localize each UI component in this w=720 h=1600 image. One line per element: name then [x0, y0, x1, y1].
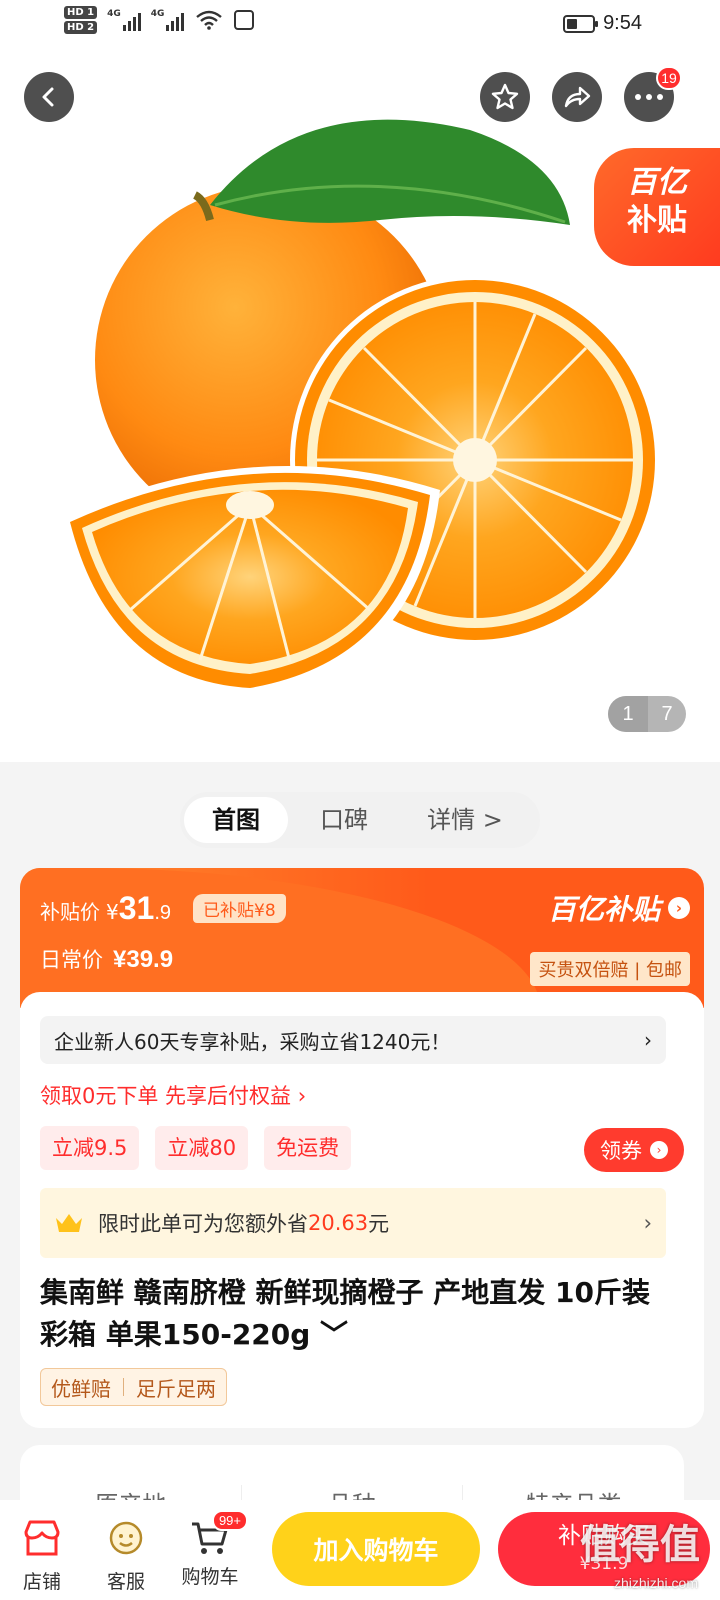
service-tags[interactable]: 优鲜赔 足斤足两: [40, 1368, 227, 1406]
regular-price-value: ¥39.9: [113, 946, 174, 973]
watermark-url: zhizhizhi.com: [613, 1575, 698, 1591]
tab-details[interactable]: 详情 >: [400, 797, 530, 843]
service-tag: 足斤足两: [136, 1376, 216, 1401]
currency-symbol: ¥: [106, 900, 119, 924]
cart-button[interactable]: 99+ 购物车: [178, 1510, 248, 1589]
sim-indicators: HD 1 HD 2: [64, 6, 98, 34]
subsidy-tag-line1: 百亿: [627, 165, 687, 200]
net2-label: 4G: [150, 9, 165, 19]
status-right: 9:54: [563, 12, 642, 35]
regular-price-label: 日常价: [40, 948, 103, 972]
subsidy-price-decimal: .9: [154, 902, 172, 924]
extra-savings-amount: 20.63: [308, 1211, 369, 1235]
chevron-right-icon: ›: [650, 1141, 668, 1159]
product-title[interactable]: 集南鲜 赣南脐橙 新鲜现摘橙子 产地直发 10斤装彩箱 单果150-220g ﹀: [40, 1272, 670, 1356]
leaf: [210, 119, 570, 225]
extra-savings-prefix: 限时此单可为您额外省: [98, 1212, 308, 1236]
signal-icon: 4G: [151, 9, 185, 31]
product-info-card: 补贴价 ¥ 31 .9 已补贴¥8 日常价 ¥39.9 百亿补贴 › 买贵双倍赔…: [20, 868, 704, 1428]
more-button[interactable]: 19: [624, 66, 682, 122]
customer-service-button[interactable]: 客服: [94, 1518, 158, 1594]
wifi-icon: [196, 10, 223, 30]
add-to-cart-button[interactable]: 加入购物车: [272, 1512, 480, 1586]
product-gallery[interactable]: 19 百亿 补贴 1 7: [0, 50, 720, 762]
net1-label: 4G: [107, 9, 121, 19]
store-label: 店铺: [22, 1571, 61, 1593]
card-body: 企业新人60天专享补贴，采购立省1240元！ › 领取0元下单 先享后付权益 ›…: [20, 992, 704, 1428]
star-icon: [491, 83, 519, 110]
clock: 9:54: [603, 12, 642, 34]
store-icon: [24, 1520, 60, 1556]
subsidized-chip: 已补贴¥8: [193, 894, 286, 923]
coupon-tag: 立减9.5: [40, 1126, 140, 1170]
chevron-right-icon: ›: [668, 897, 690, 919]
battery-icon: [563, 14, 599, 33]
subsidy-price-row: 补贴价 ¥ 31 .9 已补贴¥8: [40, 890, 286, 927]
get-coupon-label: 领券: [600, 1139, 642, 1163]
sim1-label: HD 1: [64, 6, 98, 19]
cart-label: 购物车: [181, 1566, 239, 1588]
subsidy-brand-link[interactable]: 百亿补贴 ›: [548, 888, 690, 928]
status-bar: HD 1 HD 2 4G 4G 9:54: [0, 0, 720, 50]
chevron-right-icon: ›: [644, 1028, 652, 1052]
service-tag: 优鲜赔: [51, 1376, 111, 1401]
subsidy-price-integer: 31: [118, 890, 155, 926]
more-icon: [635, 94, 663, 100]
coupon-list: 立减9.5 立减80 免运费: [40, 1126, 352, 1170]
tab-reviews[interactable]: 口碑: [288, 797, 400, 843]
customer-service-icon: [109, 1521, 143, 1555]
share-icon: [564, 86, 591, 108]
bnpl-link[interactable]: 领取0元下单 先享后付权益 ›: [40, 1080, 306, 1110]
cart-count-badge: 99+: [211, 1510, 248, 1531]
hand-icon: [234, 10, 255, 30]
get-coupon-button[interactable]: 领券 ›: [584, 1128, 684, 1172]
pager-current: 1: [608, 696, 648, 732]
crown-icon: [56, 1214, 82, 1232]
sim2-label: HD 2: [64, 21, 98, 34]
section-tabs: 首图 口碑 详情 >: [180, 792, 540, 848]
cart-icon-wrap: 99+: [188, 1510, 248, 1558]
notification-badge: 19: [656, 66, 682, 90]
extra-savings-bar[interactable]: 限时此单可为您额外省 20.63 元 ›: [40, 1188, 666, 1258]
enterprise-promo-text: 企业新人60天专享补贴，采购立省1240元！: [54, 1029, 451, 1054]
enterprise-promo[interactable]: 企业新人60天专享补贴，采购立省1240元！ ›: [40, 1016, 666, 1064]
price-band: 补贴价 ¥ 31 .9 已补贴¥8 日常价 ¥39.9 百亿补贴 › 买贵双倍赔…: [20, 868, 704, 1008]
customer-service-label: 客服: [106, 1571, 145, 1593]
subsidy-brand-label: 百亿补贴: [547, 893, 660, 926]
subsidy-price-label: 补贴价: [40, 900, 100, 924]
share-button[interactable]: [552, 72, 602, 122]
price-guarantee: 买贵双倍赔 | 包邮: [530, 952, 690, 986]
extra-savings-suffix: 元: [368, 1212, 390, 1236]
back-icon: [42, 87, 54, 107]
watermark: 值得值: [580, 1522, 700, 1568]
back-button[interactable]: [24, 72, 74, 122]
pager-total: 7: [661, 702, 673, 725]
coupon-tag: 立减80: [155, 1126, 249, 1170]
tab-main-image[interactable]: 首图: [184, 797, 288, 843]
chevron-right-icon: ›: [643, 1211, 652, 1235]
subsidy-tag: 百亿 补贴: [594, 148, 720, 266]
status-left: HD 1 HD 2 4G 4G: [64, 6, 255, 34]
subsidy-tag-line2: 补贴: [627, 203, 687, 238]
image-pager: 1 7: [608, 696, 686, 732]
signal-icon: 4G: [107, 9, 141, 31]
coupon-tag: 免运费: [264, 1126, 352, 1170]
regular-price-row: 日常价 ¥39.9: [40, 944, 173, 974]
store-button[interactable]: 店铺: [10, 1518, 74, 1594]
favorite-button[interactable]: [480, 72, 530, 122]
